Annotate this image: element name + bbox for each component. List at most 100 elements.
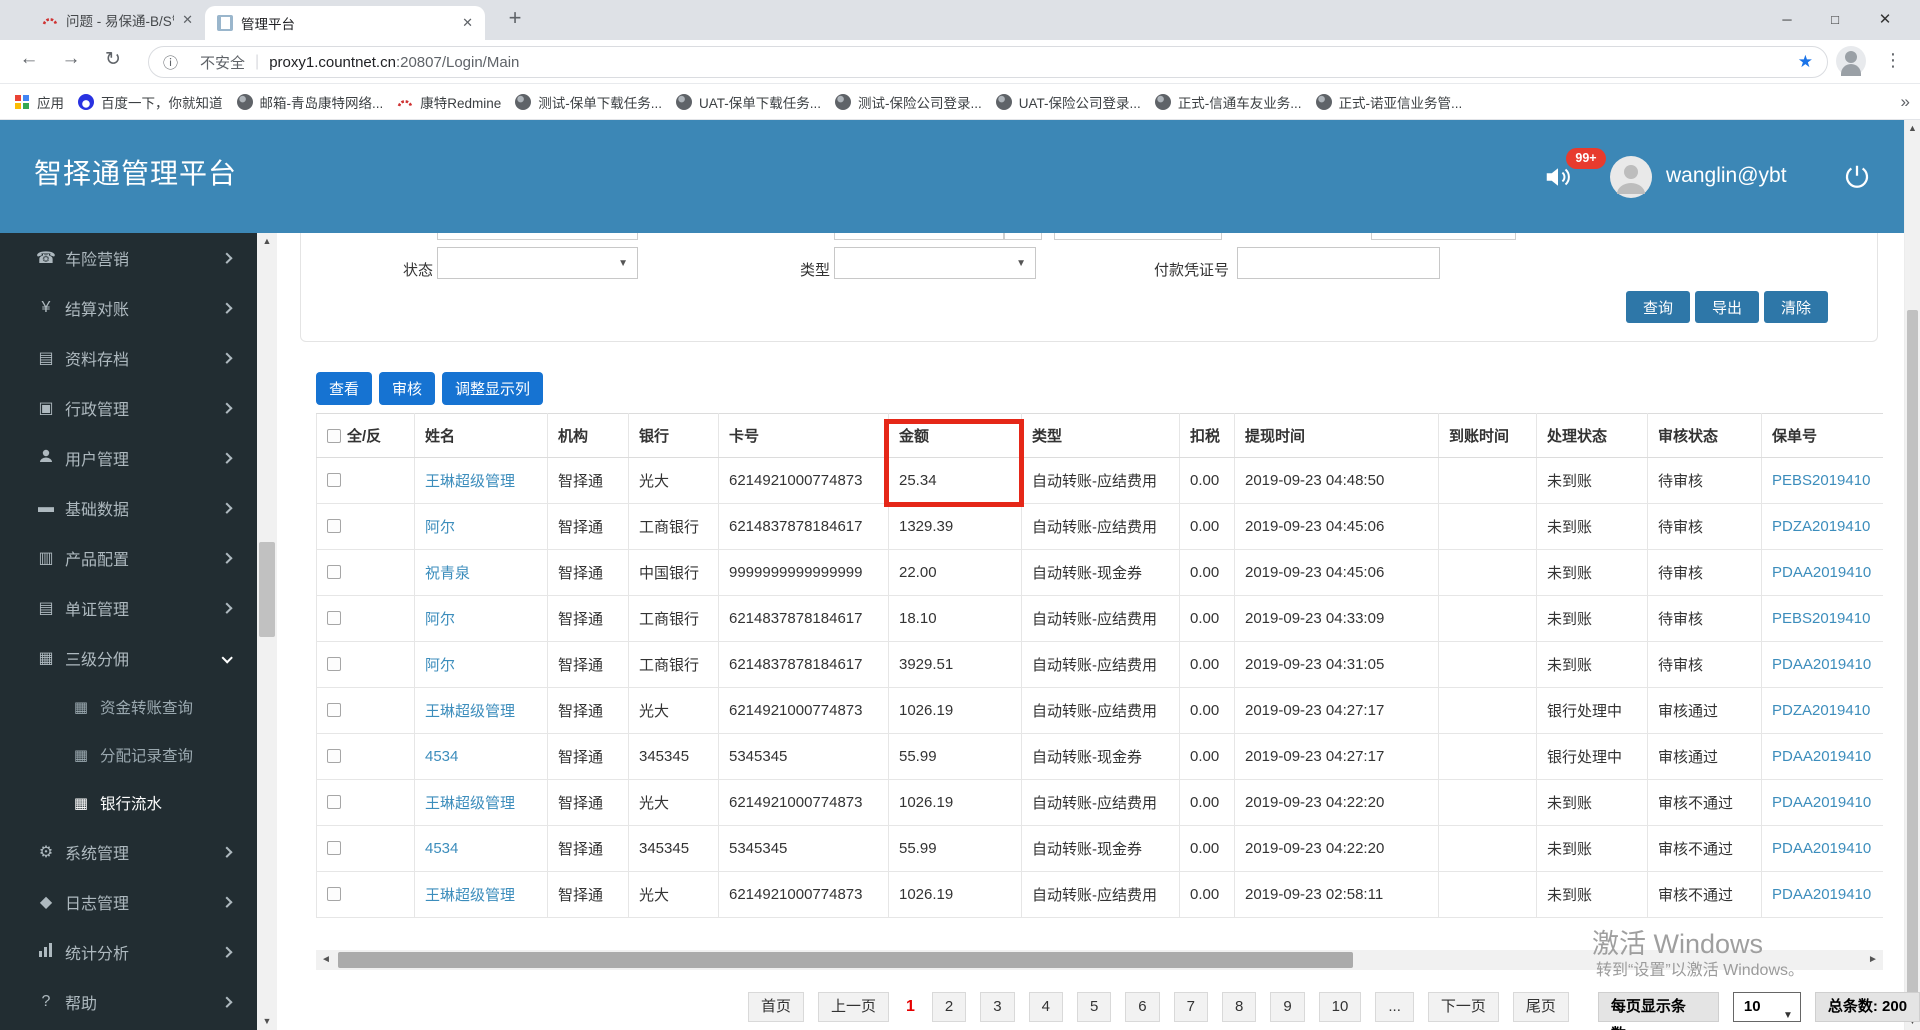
- pager-page-10[interactable]: 10: [1318, 992, 1362, 1022]
- cell-policy-no[interactable]: PDAA2019410: [1761, 549, 1883, 596]
- name-link[interactable]: 王琳超级管理: [425, 795, 515, 812]
- name-link[interactable]: 王琳超级管理: [425, 703, 515, 720]
- policy-link[interactable]: PDAA2019410: [1772, 656, 1871, 673]
- maximize-button[interactable]: □: [1812, 0, 1858, 40]
- notification-badge[interactable]: 99+: [1566, 148, 1606, 169]
- bookmark-item[interactable]: 邮箱-青岛康特网络...: [236, 92, 383, 112]
- name-link[interactable]: 阿尔: [425, 519, 455, 536]
- cell-name[interactable]: 阿尔: [414, 641, 548, 688]
- policy-link[interactable]: PDAA2019410: [1772, 794, 1871, 811]
- scroll-right-icon[interactable]: ►: [1863, 950, 1883, 970]
- cell-name[interactable]: 王琳超级管理: [414, 457, 548, 504]
- row-checkbox[interactable]: [327, 473, 341, 487]
- toolbar-button-查看[interactable]: 查看: [316, 372, 373, 405]
- sidebar-item-结算对账[interactable]: ¥ 结算对账: [0, 283, 257, 333]
- bookmark-item[interactable]: UAT-保险公司登录...: [995, 92, 1141, 112]
- sidebar-item-车险营销[interactable]: ☎ 车险营销: [0, 233, 257, 283]
- sidebar-item-系统管理[interactable]: ⚙ 系统管理: [0, 827, 257, 877]
- forward-icon[interactable]: →: [56, 48, 86, 70]
- pager-first[interactable]: 首页: [748, 992, 805, 1022]
- row-checkbox[interactable]: [327, 703, 341, 717]
- speaker-icon[interactable]: [1543, 162, 1573, 197]
- browser-menu-icon[interactable]: ⋮: [1884, 50, 1902, 71]
- cell-name[interactable]: 王琳超级管理: [414, 687, 548, 734]
- pager-ellipsis[interactable]: ...: [1375, 992, 1414, 1022]
- toolbar-button-审核[interactable]: 审核: [379, 372, 436, 405]
- pager-page-5[interactable]: 5: [1076, 992, 1112, 1022]
- bookmark-item[interactable]: 测试-保险公司登录...: [835, 92, 982, 112]
- bookmark-item[interactable]: 测试-保单下载任务...: [515, 92, 662, 112]
- scrollbar-thumb[interactable]: [338, 952, 1353, 968]
- cell-policy-no[interactable]: PDZA2019410: [1761, 503, 1883, 550]
- cutoff-input[interactable]: [437, 233, 638, 240]
- pager-prev[interactable]: 上一页: [818, 992, 890, 1022]
- row-checkbox[interactable]: [327, 565, 341, 579]
- page-scrollbar[interactable]: ▲ ▼: [1904, 120, 1920, 1030]
- cell-policy-no[interactable]: PEBS2019410: [1761, 457, 1883, 504]
- policy-link[interactable]: PEBS2019410: [1772, 472, 1870, 489]
- scrollbar-thumb[interactable]: [259, 542, 275, 637]
- name-link[interactable]: 4534: [425, 748, 458, 765]
- scroll-down-icon[interactable]: ▼: [257, 1013, 277, 1030]
- reload-icon[interactable]: ↻: [98, 48, 128, 71]
- row-checkbox[interactable]: [327, 611, 341, 625]
- name-link[interactable]: 4534: [425, 840, 458, 857]
- row-checkbox[interactable]: [327, 841, 341, 855]
- pager-page-3[interactable]: 3: [980, 992, 1015, 1022]
- filter-button-查询[interactable]: 查询: [1626, 291, 1690, 323]
- name-link[interactable]: 王琳超级管理: [425, 887, 515, 904]
- pager-page-4[interactable]: 4: [1028, 992, 1063, 1022]
- row-checkbox[interactable]: [327, 887, 341, 901]
- sidebar-item-帮助[interactable]: ? 帮助: [0, 977, 257, 1027]
- policy-link[interactable]: PDAA2019410: [1772, 564, 1871, 581]
- sidebar-item-产品配置[interactable]: ▥ 产品配置: [0, 533, 257, 583]
- cell-name[interactable]: 王琳超级管理: [414, 871, 548, 918]
- status-select[interactable]: ▼: [437, 247, 638, 279]
- cell-policy-no[interactable]: PDZA2019410: [1761, 687, 1883, 734]
- cell-name[interactable]: 阿尔: [414, 595, 548, 642]
- name-link[interactable]: 阿尔: [425, 611, 455, 628]
- policy-link[interactable]: PDZA2019410: [1772, 702, 1870, 719]
- back-icon[interactable]: ←: [14, 48, 44, 70]
- username[interactable]: wanglin@ybt: [1666, 164, 1787, 188]
- new-tab-button[interactable]: +: [500, 5, 530, 31]
- scroll-up-icon[interactable]: ▲: [1905, 120, 1920, 137]
- tab-redmine[interactable]: 问题 - 易保通-B/S管理系统 - Re... ✕: [30, 0, 205, 40]
- cell-name[interactable]: 4534: [414, 733, 548, 780]
- cell-policy-no[interactable]: PEBS2019410: [1761, 595, 1883, 642]
- pager-next[interactable]: 下一页: [1427, 992, 1499, 1022]
- sidebar-item-基础数据[interactable]: ▬ 基础数据: [0, 483, 257, 533]
- row-checkbox[interactable]: [327, 519, 341, 533]
- tab-admin-platform[interactable]: 管理平台 ✕: [205, 6, 485, 40]
- row-checkbox[interactable]: [327, 657, 341, 671]
- row-checkbox[interactable]: [327, 749, 341, 763]
- scroll-left-icon[interactable]: ◄: [316, 950, 336, 970]
- window-close-button[interactable]: ✕: [1862, 0, 1908, 40]
- pager-last[interactable]: 尾页: [1512, 992, 1569, 1022]
- cell-policy-no[interactable]: PDAA2019410: [1761, 871, 1883, 918]
- name-link[interactable]: 阿尔: [425, 657, 455, 674]
- sidebar-item-单证管理[interactable]: ▤ 单证管理: [0, 583, 257, 633]
- per-page-select[interactable]: 10 ▼: [1732, 992, 1801, 1022]
- pager-page-8[interactable]: 8: [1221, 992, 1257, 1022]
- close-icon[interactable]: ✕: [462, 15, 473, 31]
- sidebar-item-日志管理[interactable]: ◆ 日志管理: [0, 877, 257, 927]
- bookmark-star-icon[interactable]: ★: [1798, 52, 1813, 72]
- cell-policy-no[interactable]: PDAA2019410: [1761, 733, 1883, 780]
- pager-current-page[interactable]: 1: [903, 998, 918, 1016]
- address-bar[interactable]: ⓘ 不安全 | proxy1.countnet.cn :20807/Login/…: [148, 46, 1828, 78]
- name-link[interactable]: 祝青泉: [425, 565, 470, 582]
- pager-page-7[interactable]: 7: [1173, 992, 1208, 1022]
- sidebar-item-统计分析[interactable]: 统计分析: [0, 927, 257, 977]
- info-icon[interactable]: ⓘ: [163, 52, 178, 73]
- cell-policy-no[interactable]: PDAA2019410: [1761, 641, 1883, 688]
- filter-button-导出[interactable]: 导出: [1695, 291, 1759, 323]
- bookmark-item[interactable]: 正式-信通车友业务...: [1154, 92, 1302, 112]
- sidebar-subitem-分配记录查询[interactable]: ▦ 分配记录查询: [0, 731, 257, 779]
- cell-policy-no[interactable]: PDAA2019410: [1761, 779, 1883, 826]
- scrollbar-thumb[interactable]: [1907, 310, 1918, 1010]
- sidebar-subitem-银行流水[interactable]: ▦ 银行流水: [0, 779, 257, 827]
- sidebar-item-资料存档[interactable]: ▤ 资料存档: [0, 333, 257, 383]
- pager-page-6[interactable]: 6: [1125, 992, 1160, 1022]
- policy-link[interactable]: PDZA2019410: [1772, 518, 1870, 535]
